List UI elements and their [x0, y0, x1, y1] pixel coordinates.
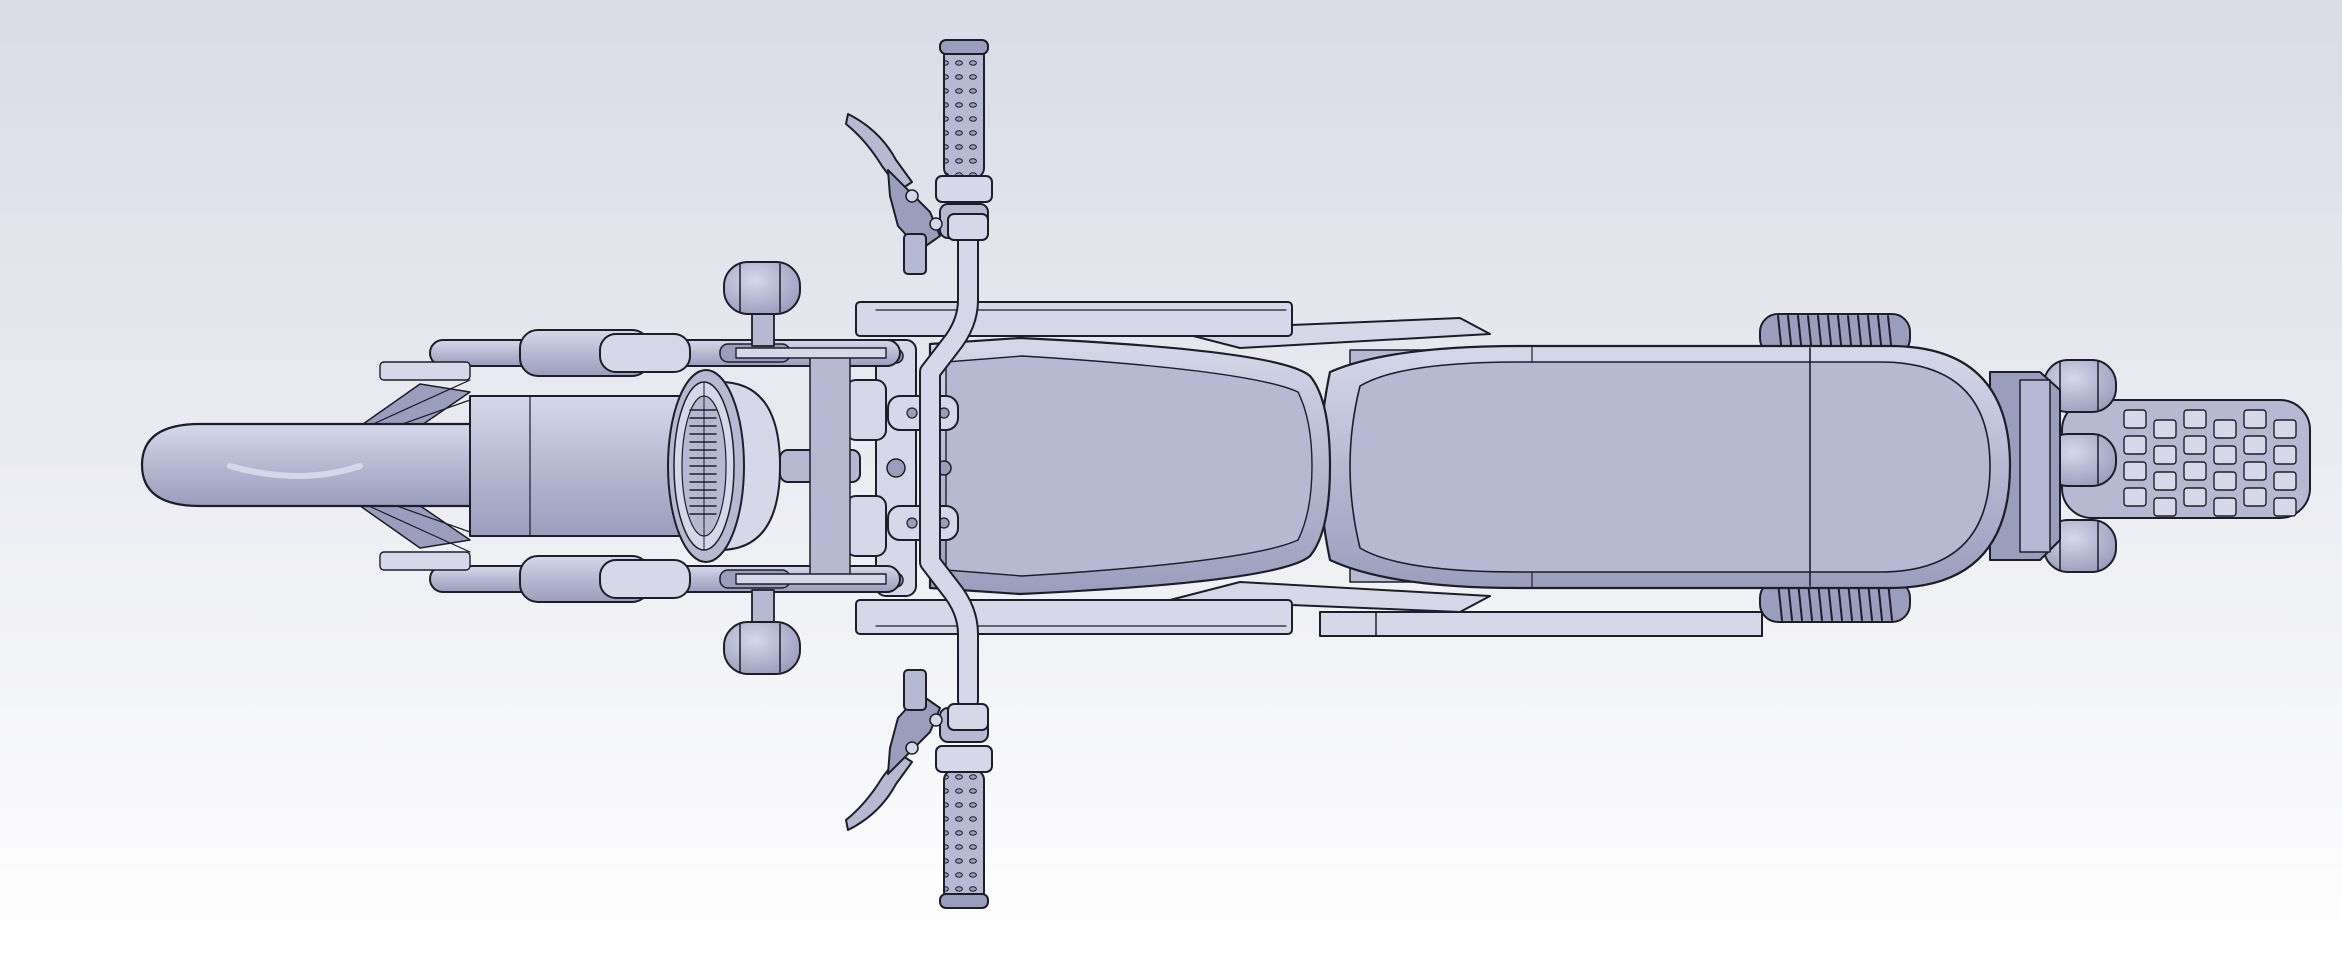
tire-tread-block: [2153, 419, 2177, 439]
motorcycle-top-view-model[interactable]: [0, 0, 2342, 965]
tire-tread-block: [2243, 487, 2267, 507]
fuel-tank[interactable]: [928, 336, 1332, 596]
tire-tread-block: [2183, 461, 2207, 481]
tire-tread-block: [2153, 445, 2177, 465]
tire-tread-block: [2213, 471, 2237, 491]
tire-tread-block: [2153, 497, 2177, 517]
tire-tread-block: [2123, 461, 2147, 481]
tire-tread-block: [2123, 487, 2147, 507]
tire-tread-block: [2273, 445, 2297, 465]
tire-tread-block: [2243, 409, 2267, 429]
footboard-top[interactable]: [855, 301, 1293, 337]
tire-tread-block: [2123, 409, 2147, 429]
tire-tread-block: [2213, 445, 2237, 465]
tire-tread-block: [2183, 435, 2207, 455]
handlebar-grip-top[interactable]: [935, 39, 993, 239]
front-tire[interactable]: [140, 422, 482, 508]
cad-viewport[interactable]: [0, 0, 2342, 965]
tire-tread-block: [2183, 409, 2207, 429]
footboard-bottom[interactable]: [855, 599, 1293, 635]
handlebar-grip-bottom[interactable]: [935, 707, 993, 909]
tire-tread-block: [2213, 419, 2237, 439]
tire-tread-block: [2123, 435, 2147, 455]
tire-tread-block: [2273, 497, 2297, 517]
seat[interactable]: [1318, 344, 2012, 590]
tire-tread-block: [2243, 435, 2267, 455]
tire-tread-block: [2273, 471, 2297, 491]
tire-tread-block: [2273, 419, 2297, 439]
tire-tread-block: [2213, 497, 2237, 517]
tire-tread-block: [2183, 487, 2207, 507]
tire-tread-block: [2153, 471, 2177, 491]
tire-tread-block: [2243, 461, 2267, 481]
